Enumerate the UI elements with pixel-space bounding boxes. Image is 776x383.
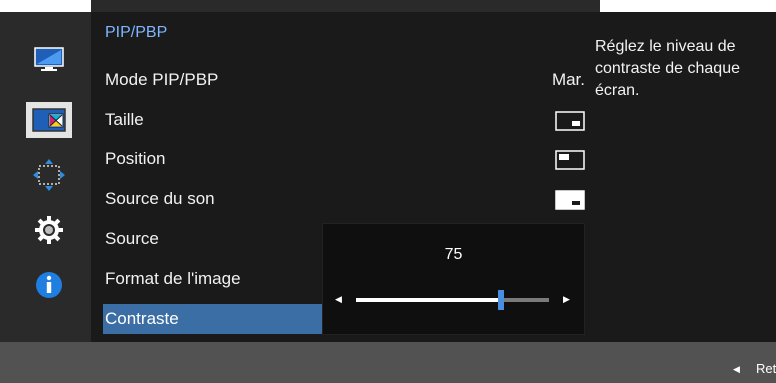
pip-size-icon bbox=[555, 111, 585, 131]
menu-item-label: Contraste bbox=[105, 309, 179, 328]
menu-item-source-du-son[interactable]: Source du son bbox=[105, 184, 585, 214]
menu-item-label: Source bbox=[105, 229, 159, 248]
contrast-slider[interactable] bbox=[356, 290, 549, 310]
menu-item-label: Format de l'image bbox=[105, 269, 241, 288]
contrast-value: 75 bbox=[444, 246, 463, 263]
osd-screen: PIP/PBP Mode PIP/PBP Mar. Taille Positio… bbox=[0, 0, 776, 383]
menu-item-taille[interactable]: Taille bbox=[105, 105, 585, 135]
top-strip bbox=[91, 0, 600, 12]
description-panel: Réglez le niveau de contraste de chaque … bbox=[590, 12, 776, 342]
move-arrows-icon[interactable] bbox=[26, 157, 72, 193]
pip-pbp-icon[interactable] bbox=[26, 102, 72, 138]
menu-item-position[interactable]: Position bbox=[105, 144, 585, 174]
menu-item-label: Source du son bbox=[105, 189, 215, 208]
menu-item-contraste[interactable]: Contraste bbox=[103, 304, 333, 334]
slider-thumb[interactable] bbox=[497, 290, 504, 310]
sound-source-icon bbox=[555, 190, 585, 210]
slider-fill bbox=[356, 298, 501, 302]
left-triangle-icon: ◀ bbox=[733, 364, 740, 374]
gear-icon[interactable] bbox=[26, 212, 72, 248]
menu-item-value: Mar. bbox=[551, 70, 585, 89]
slider-right-arrow-icon[interactable]: ▶ bbox=[563, 294, 570, 305]
menu-item-label: Mode PIP/PBP bbox=[105, 70, 219, 89]
slider-left-arrow-icon[interactable]: ◀ bbox=[335, 294, 342, 305]
menu-item-mode-pip-pbp[interactable]: Mode PIP/PBP Mar. bbox=[105, 65, 585, 95]
back-button[interactable]: Retour bbox=[756, 361, 776, 376]
pip-position-icon bbox=[555, 150, 585, 170]
description-text: Réglez le niveau de contraste de chaque … bbox=[595, 38, 740, 99]
menu-item-label: Position bbox=[105, 149, 166, 168]
menu-title: PIP/PBP bbox=[105, 24, 168, 41]
menu-item-label: Taille bbox=[105, 110, 144, 129]
contrast-popup: 75 ◀ ▶ bbox=[322, 223, 585, 335]
sidebar bbox=[0, 12, 91, 342]
bottom-bar: ◀ Retour bbox=[0, 342, 776, 383]
info-icon[interactable] bbox=[26, 267, 72, 303]
monitor-icon[interactable] bbox=[26, 42, 72, 78]
